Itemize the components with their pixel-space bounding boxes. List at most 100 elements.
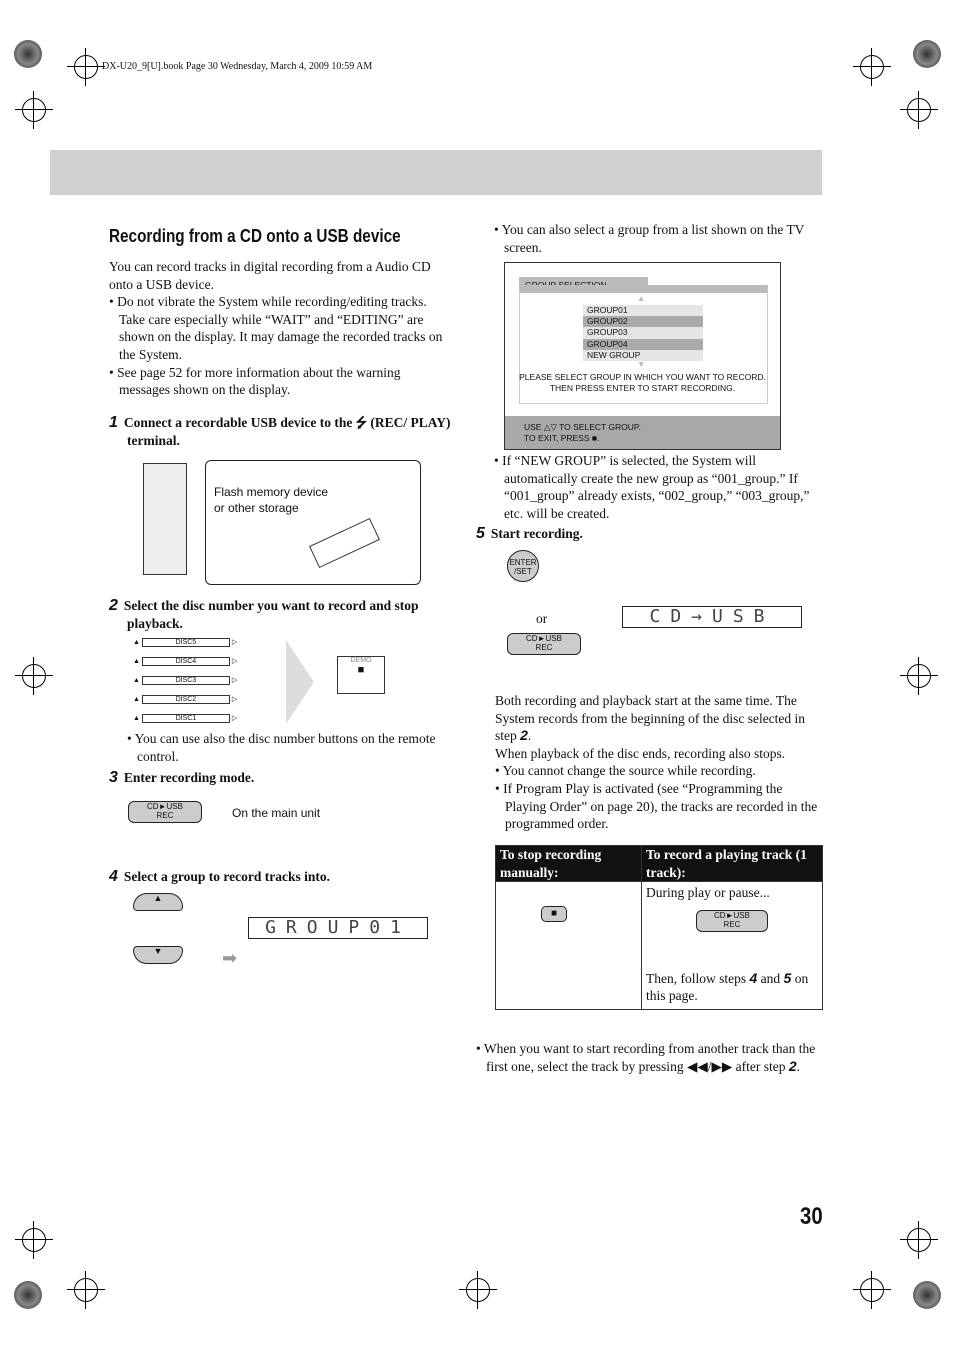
registration-mark <box>67 48 105 86</box>
usb-callout: Flash memory device or other storage <box>205 460 421 585</box>
up-button[interactable]: ▲ <box>133 893 183 911</box>
table-text: During play or pause... <box>646 885 770 901</box>
button-label: CD►USB <box>714 911 750 921</box>
tv-footer: TO EXIT, PRESS ■. <box>524 433 600 443</box>
usb-icon: ⭍ <box>355 415 367 430</box>
step-number: 4 <box>109 868 118 885</box>
tv-footer: USE △▽ TO SELECT GROUP. <box>524 422 641 432</box>
disc-button[interactable]: DISC5 <box>141 638 230 647</box>
step-number: 1 <box>109 414 118 431</box>
bullet: • If Program Play is activated (see “Pro… <box>495 780 818 832</box>
step-ref: 2 <box>520 727 528 744</box>
group-list: GROUP01 GROUP02 GROUP03 GROUP04 NEW GROU… <box>583 305 703 362</box>
section-title: Recording from a CD onto a USB device <box>109 226 401 246</box>
step-number: 5 <box>476 525 485 542</box>
registration-mark <box>900 1221 938 1259</box>
step-ref: 4 <box>749 969 758 986</box>
step-text: Enter recording mode. <box>123 770 255 785</box>
step-1: 1 Connect a recordable USB device to the … <box>109 414 472 449</box>
paragraph: When playback of the disc ends, recordin… <box>495 745 786 761</box>
registration-mark <box>459 1271 497 1309</box>
crop-mark-disc <box>913 40 941 68</box>
registration-mark <box>900 91 938 129</box>
intro: You can record tracks in digital recordi… <box>109 259 431 292</box>
crop-mark-disc <box>14 1281 42 1309</box>
group-item[interactable]: GROUP04 <box>583 338 703 350</box>
right-text: Both recording and playback start at the… <box>495 692 822 833</box>
step-2: 2 Select the disc number you want to reco… <box>109 597 472 632</box>
registration-mark <box>853 1271 891 1309</box>
cd-usb-rec-button[interactable]: CD►USB REC <box>128 801 202 823</box>
bullet: • If “NEW GROUP” is selected, the System… <box>494 453 810 521</box>
callout-text: Flash memory device <box>214 485 329 499</box>
step-4: 4 Select a group to record tracks into. <box>109 868 330 886</box>
disc-buttons: ▲ DISC5 ▷ ▲ DISC4 ▷ ▲ DISC3 ▷ ▲ DISC2 ▷ … <box>133 638 238 723</box>
step-number: 2 <box>109 597 118 614</box>
bullet: • See page 52 for more information about… <box>109 364 401 398</box>
step-text: Select the disc number you want to recor… <box>123 598 419 631</box>
registration-mark <box>67 1271 105 1309</box>
bullet: • You can use also the disc number butto… <box>127 731 436 764</box>
disc-button[interactable]: DISC1 <box>141 714 230 723</box>
step-5: 5 Start recording. <box>476 525 583 543</box>
step-text: Connect a recordable USB device to the <box>123 415 353 430</box>
button-label: CD►USB <box>147 802 183 811</box>
step-number: 3 <box>109 769 118 786</box>
bullet: • You can also select a group from a lis… <box>494 222 805 255</box>
registration-mark <box>900 657 938 695</box>
cd-usb-rec-button[interactable]: CD►USB REC <box>507 633 581 655</box>
button-label: REC <box>535 643 553 652</box>
group-item[interactable]: GROUP01 <box>583 305 703 317</box>
down-button[interactable]: ▼ <box>133 946 183 964</box>
bullet: • When you want to start recording from … <box>476 1041 816 1074</box>
tips-table: To stop recording manually: To record a … <box>495 844 823 1011</box>
cd-usb-rec-button[interactable]: CD►USB REC <box>696 910 768 933</box>
left-text: You can record tracks in digital recordi… <box>109 258 454 399</box>
display-readout: CD→USB <box>622 606 802 628</box>
bullet: • Do not vibrate the System while record… <box>109 294 443 362</box>
registration-mark <box>15 657 53 695</box>
arrow-icon <box>286 640 314 724</box>
system-unit-illustration <box>143 463 187 575</box>
step-3: 3 Enter recording mode. <box>109 769 254 787</box>
file-info: DX-U20_9[U].book Page 30 Wednesday, Marc… <box>102 61 373 72</box>
arrow-right-icon: ➡ <box>222 948 238 968</box>
crop-mark-disc <box>913 1281 941 1309</box>
paragraph: Both recording and playback start at the… <box>495 693 806 744</box>
bullet: • You cannot change the source while rec… <box>495 763 756 779</box>
or-label: or <box>536 611 548 626</box>
disc-button[interactable]: DISC2 <box>141 695 230 704</box>
table-cell: During play or pause... CD►USB REC Then, … <box>641 881 823 1011</box>
disc-button[interactable]: DISC3 <box>141 676 230 685</box>
scroll-up-icon: ▲ <box>637 293 646 303</box>
group-item[interactable]: GROUP02 <box>583 316 703 328</box>
callout-text: or other storage <box>214 501 299 515</box>
main-unit-label: On the main unit <box>232 806 321 820</box>
button-label: CD►USB <box>526 634 562 643</box>
disc-button[interactable]: DISC4 <box>141 657 230 666</box>
page-number: 30 <box>800 1203 823 1230</box>
tv-message: THEN PRESS ENTER TO START RECORDING. <box>549 383 736 393</box>
stop-button[interactable]: ■ <box>541 906 567 923</box>
table-header: To stop recording manually: <box>495 844 642 883</box>
tv-screen: GROUP SELECTION ▲ GROUP01 GROUP02 GROUP0… <box>504 262 781 450</box>
enter-set-button[interactable]: ENTER /SET <box>507 550 539 582</box>
step-ref: 5 <box>783 969 792 986</box>
table-cell: ■ <box>495 881 642 1011</box>
demo-stop-button[interactable]: DEMO ■ <box>337 656 385 694</box>
manual-page: DX-U20_9[U].book Page 30 Wednesday, Marc… <box>0 0 954 1350</box>
header-banner <box>50 150 822 195</box>
stop-icon: ■ <box>357 664 365 676</box>
flash-drive-illustration <box>309 517 380 569</box>
table-text: Then, follow steps <box>646 970 747 986</box>
group-item[interactable]: GROUP03 <box>583 327 703 339</box>
registration-mark <box>15 1221 53 1259</box>
step-ref: 2 <box>788 1057 797 1074</box>
step-text: Select a group to record tracks into. <box>123 869 330 884</box>
crop-mark-disc <box>14 40 42 68</box>
table-header: To record a playing track (1 track): <box>641 844 823 883</box>
button-label: REC <box>156 811 174 820</box>
registration-mark <box>853 48 891 86</box>
button-label: REC <box>723 920 741 930</box>
step-text: Start recording. <box>490 526 583 541</box>
